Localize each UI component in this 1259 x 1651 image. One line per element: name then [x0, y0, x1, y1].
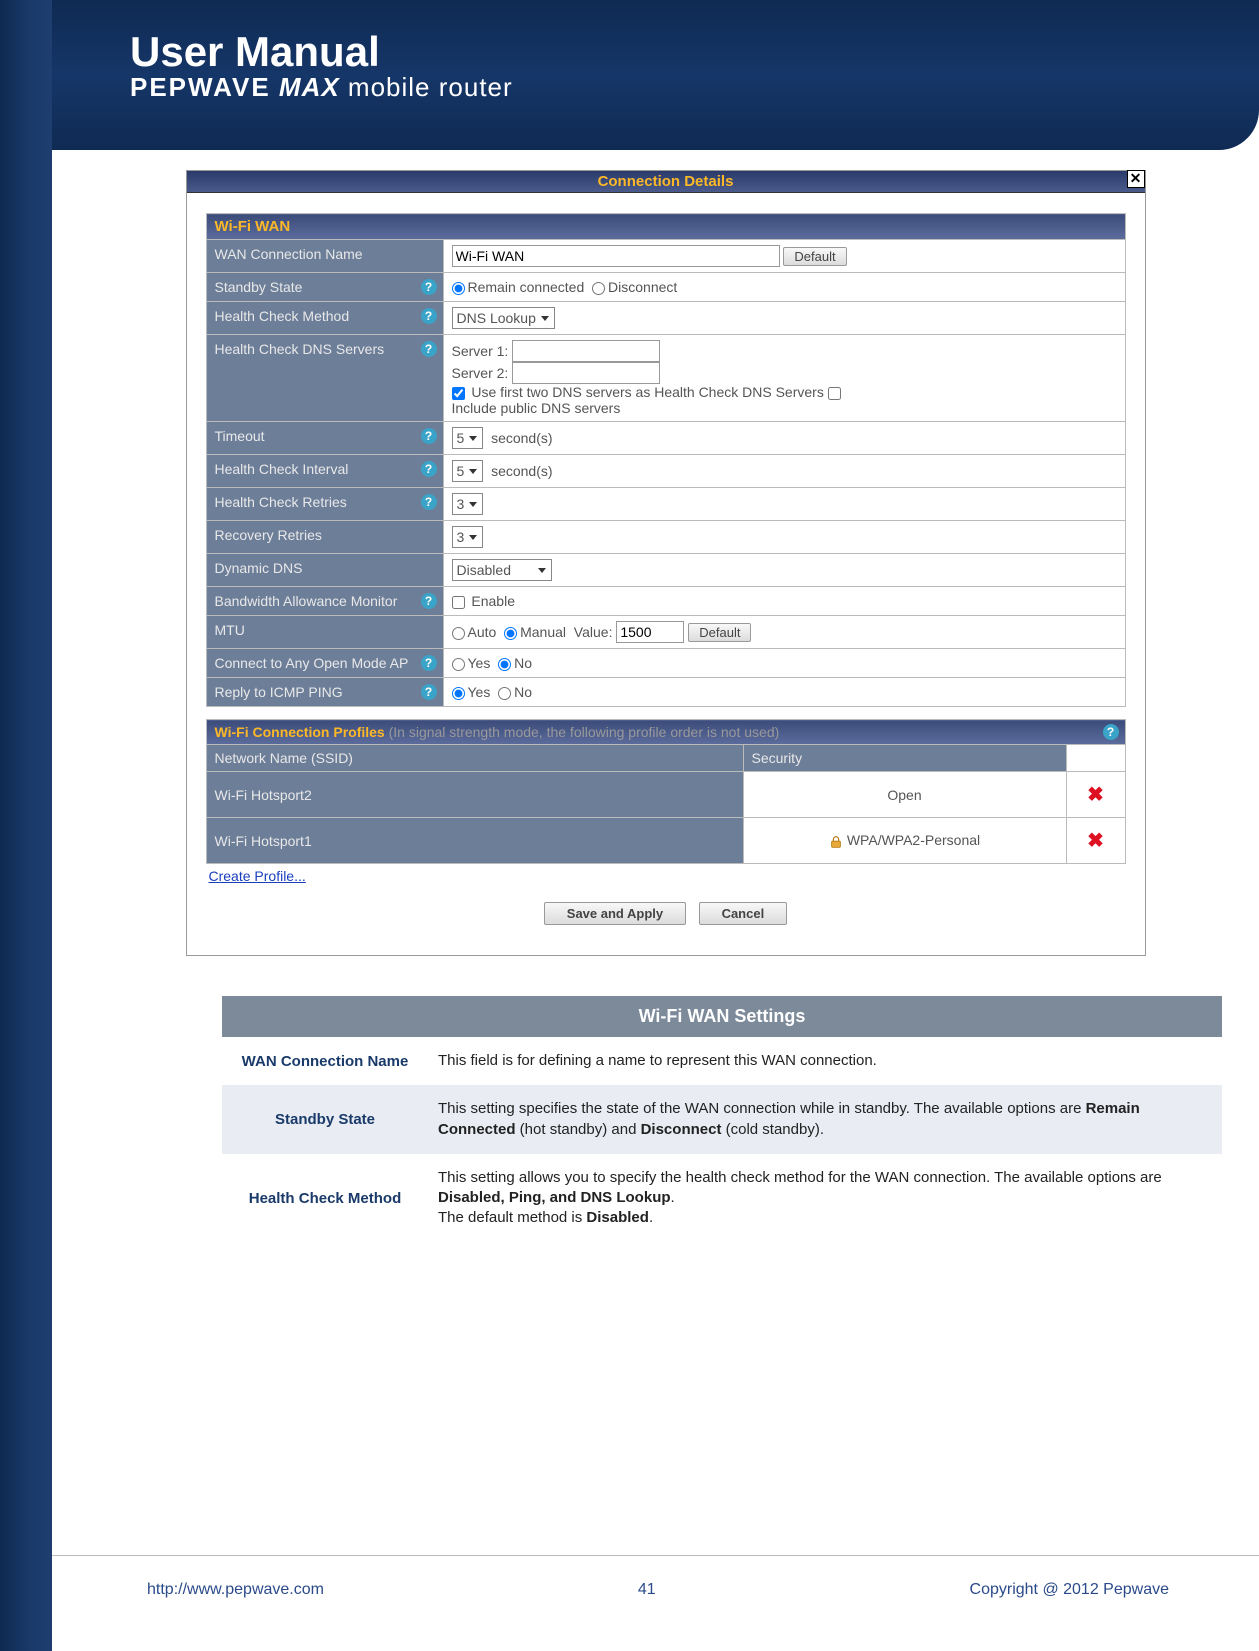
label-ddns: Dynamic DNS — [206, 554, 443, 587]
standby-remain-radio[interactable] — [452, 282, 465, 295]
profile-ssid: Wi-Fi Hotsport1 — [206, 818, 743, 864]
help-icon[interactable]: ? — [421, 494, 437, 510]
label-wan-name: WAN Connection Name — [206, 240, 443, 273]
label-bwm: Bandwidth Allowance Monitor? — [206, 587, 443, 616]
bwm-enable-checkbox[interactable] — [452, 596, 465, 609]
section-header: Wi-Fi WAN — [206, 214, 1125, 240]
hc-dns-public-checkbox[interactable] — [828, 387, 841, 400]
col-security: Security — [743, 745, 1066, 772]
col-ssid: Network Name (SSID) — [206, 745, 743, 772]
header-title: User Manual — [130, 0, 1259, 76]
create-profile-link[interactable]: Create Profile... — [209, 868, 1145, 884]
help-icon[interactable]: ? — [421, 428, 437, 444]
label-standby: Standby State? — [206, 273, 443, 302]
left-accent-strip — [0, 0, 52, 1651]
hc-dns-server1-input[interactable] — [512, 340, 660, 362]
hc-dns-server2-input[interactable] — [512, 362, 660, 384]
standby-disconnect-radio[interactable] — [592, 282, 605, 295]
doc-desc: This setting specifies the state of the … — [428, 1085, 1222, 1154]
mtu-default-button[interactable]: Default — [688, 623, 751, 642]
profile-row[interactable]: Wi-Fi Hotsport2 Open ✖ — [206, 772, 1125, 818]
doc-desc: This setting allows you to specify the h… — [428, 1154, 1222, 1243]
profile-security: Open — [743, 772, 1066, 818]
profiles-header: Wi-Fi Connection Profiles (In signal str… — [206, 720, 1125, 745]
save-apply-button[interactable]: Save and Apply — [544, 902, 686, 925]
mtu-auto-radio[interactable] — [452, 627, 465, 640]
settings-doc-table: Wi-Fi WAN Settings WAN Connection Name T… — [222, 996, 1222, 1243]
openap-yes-radio[interactable] — [452, 658, 465, 671]
hc-retries-select[interactable]: 3 — [452, 493, 484, 515]
label-openap: Connect to Any Open Mode AP? — [206, 649, 443, 678]
screenshot-panel: Connection Details ✕ Wi-Fi WAN WAN Conne… — [186, 170, 1146, 956]
icmp-yes-radio[interactable] — [452, 687, 465, 700]
cancel-button[interactable]: Cancel — [699, 902, 788, 925]
profile-ssid: Wi-Fi Hotsport2 — [206, 772, 743, 818]
hc-method-select[interactable]: DNS Lookup — [452, 307, 555, 329]
help-icon[interactable]: ? — [421, 279, 437, 295]
doc-label: Health Check Method — [222, 1154, 428, 1243]
label-hc-dns: Health Check DNS Servers? — [206, 335, 443, 422]
wifi-profiles-table: Wi-Fi Connection Profiles (In signal str… — [206, 719, 1126, 864]
footer-page: 41 — [638, 1581, 656, 1599]
doc-title: Wi-Fi WAN Settings — [222, 996, 1222, 1037]
lock-icon — [829, 835, 843, 849]
delete-icon[interactable]: ✖ — [1087, 830, 1104, 852]
help-icon[interactable]: ? — [1103, 724, 1119, 740]
footer-url: http://www.pepwave.com — [147, 1581, 324, 1599]
label-hc-retries: Health Check Retries? — [206, 488, 443, 521]
footer-copyright: Copyright @ 2012 Pepwave — [970, 1581, 1169, 1599]
close-icon[interactable]: ✕ — [1127, 170, 1145, 188]
openap-no-radio[interactable] — [498, 658, 511, 671]
connection-details-titlebar: Connection Details ✕ — [187, 171, 1145, 193]
label-hc-method: Health Check Method? — [206, 302, 443, 335]
page-footer: http://www.pepwave.com 41 Copyright @ 20… — [52, 1555, 1259, 1599]
help-icon[interactable]: ? — [421, 308, 437, 324]
doc-label: Standby State — [222, 1085, 428, 1154]
wan-name-input[interactable] — [452, 245, 780, 267]
label-icmp: Reply to ICMP PING? — [206, 678, 443, 707]
delete-icon[interactable]: ✖ — [1087, 784, 1104, 806]
label-mtu: MTU — [206, 616, 443, 649]
mtu-manual-radio[interactable] — [504, 627, 517, 640]
profile-security: WPA/WPA2-Personal — [743, 818, 1066, 864]
header-subtitle: PEPWAVE MAX mobile router — [130, 72, 1259, 103]
label-rec-retries: Recovery Retries — [206, 521, 443, 554]
wifi-wan-settings-table: Wi-Fi WAN WAN Connection Name Default St… — [206, 213, 1126, 707]
mtu-value-input[interactable] — [616, 621, 684, 643]
connection-details-title: Connection Details — [598, 173, 734, 190]
timeout-select[interactable]: 5 — [452, 427, 484, 449]
help-icon[interactable]: ? — [421, 341, 437, 357]
help-icon[interactable]: ? — [421, 461, 437, 477]
doc-label: WAN Connection Name — [222, 1037, 428, 1085]
hc-interval-select[interactable]: 5 — [452, 460, 484, 482]
help-icon[interactable]: ? — [421, 684, 437, 700]
page-header: User Manual PEPWAVE MAX mobile router — [0, 0, 1259, 150]
rec-retries-select[interactable]: 3 — [452, 526, 484, 548]
doc-desc: This field is for defining a name to rep… — [428, 1037, 1222, 1085]
help-icon[interactable]: ? — [421, 593, 437, 609]
hc-dns-usefirst-checkbox[interactable] — [452, 387, 465, 400]
label-timeout: Timeout? — [206, 422, 443, 455]
ddns-select[interactable]: Disabled — [452, 559, 552, 581]
wan-name-default-button[interactable]: Default — [783, 247, 846, 266]
help-icon[interactable]: ? — [421, 655, 437, 671]
profile-row[interactable]: Wi-Fi Hotsport1 WPA/WPA2-Personal ✖ — [206, 818, 1125, 864]
label-hc-interval: Health Check Interval? — [206, 455, 443, 488]
icmp-no-radio[interactable] — [498, 687, 511, 700]
